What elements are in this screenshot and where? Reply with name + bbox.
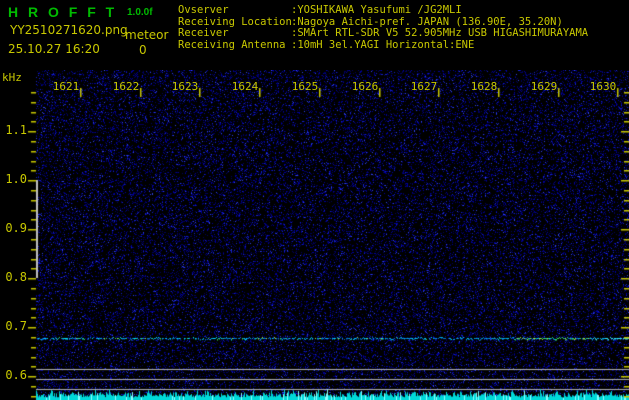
x-axis-label: 1625 [291, 80, 319, 93]
x-axis-label: 1629 [530, 80, 558, 93]
x-axis-label: 1622 [112, 80, 140, 93]
x-axis-label: 1624 [231, 80, 259, 93]
x-axis-label: 1627 [410, 80, 438, 93]
info-value: :10mH 3el.YAGI Horizontal:ENE [291, 38, 475, 51]
spectrogram-canvas [0, 70, 629, 400]
observation-datetime: 25.10.27 16:20 [8, 42, 100, 56]
info-row-observer: Ovserver :YOSHIKAWA Yasufumi /JG2MLI [178, 4, 588, 17]
y-axis-label: 1.1 [5, 123, 27, 137]
y-axis-label: 0.7 [5, 319, 27, 333]
y-axis-label: 1.0 [5, 172, 27, 186]
info-label: Receiving Antenna [178, 38, 286, 51]
y-axis-unit: kHz [2, 71, 22, 84]
y-axis-label: 0.6 [5, 368, 27, 382]
y-axis-label: 0.9 [5, 221, 27, 235]
observer-info-block: Ovserver :YOSHIKAWA Yasufumi /JG2MLI Rec… [178, 4, 588, 52]
mode-label: meteor [125, 28, 169, 42]
y-axis-label: 0.8 [5, 270, 27, 284]
info-row-antenna: Receiving Antenna :10mH 3el.YAGI Horizon… [178, 38, 588, 52]
app-title: H R O F F T [8, 4, 118, 20]
x-axis-label: 1630 [589, 80, 617, 93]
x-axis-label: 1623 [171, 80, 199, 93]
x-axis-label: 1628 [470, 80, 498, 93]
info-value: :YOSHIKAWA Yasufumi /JG2MLI [291, 4, 462, 16]
x-axis-label: 1626 [351, 80, 379, 93]
meteor-count: 0 [139, 43, 147, 57]
output-filename: YY2510271620.png [10, 23, 128, 37]
x-axis-label: 1621 [52, 80, 80, 93]
info-label: Ovserver [178, 4, 229, 16]
app-version: 1.0.0f [127, 7, 153, 18]
hrofft-screen: { "header": { "app_title": "H R O F F T"… [0, 0, 629, 400]
